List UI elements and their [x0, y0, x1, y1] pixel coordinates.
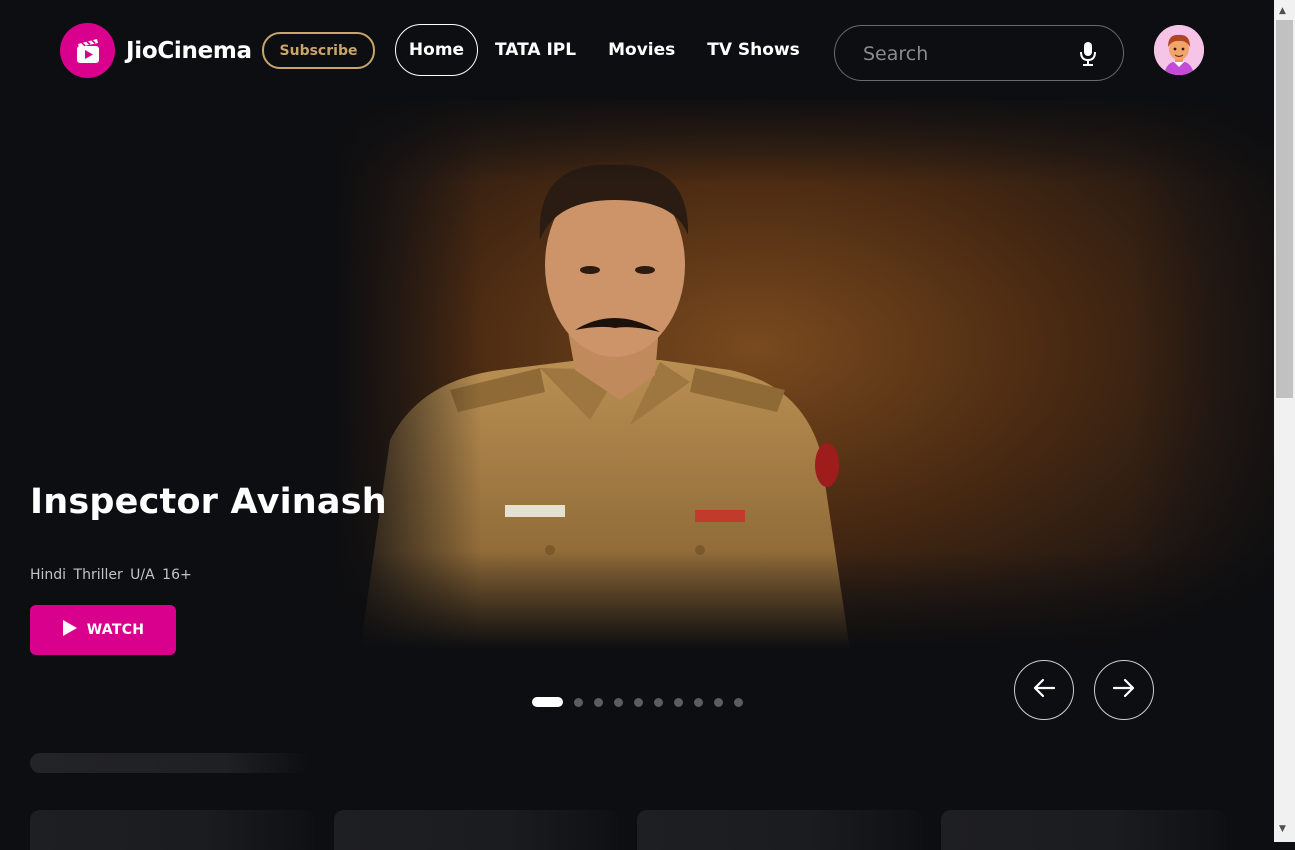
- carousel-dot[interactable]: [714, 697, 723, 707]
- watch-label: WATCH: [86, 622, 145, 638]
- content-card-placeholder[interactable]: [941, 810, 1226, 850]
- avatar[interactable]: [1154, 25, 1204, 75]
- carousel-dot[interactable]: [734, 697, 743, 707]
- content-card-placeholder[interactable]: [30, 810, 315, 850]
- main-nav: Home TATA IPL Movies TV Shows: [395, 24, 800, 76]
- content-card-placeholder[interactable]: [637, 810, 922, 850]
- carousel-dot[interactable]: [634, 697, 643, 707]
- carousel-dot[interactable]: [674, 697, 683, 707]
- hero-meta: Hindi Thriller U/A 16+: [30, 567, 192, 583]
- carousel-dot[interactable]: [614, 697, 623, 707]
- top-header: JioCinema Subscribe Home TATA IPL Movies…: [0, 0, 1274, 100]
- subscribe-button[interactable]: Subscribe: [262, 32, 375, 69]
- carousel-dot[interactable]: [654, 697, 663, 707]
- carousel-dot[interactable]: [694, 697, 703, 707]
- nav-tv-shows[interactable]: TV Shows: [707, 24, 800, 76]
- microphone-icon[interactable]: [1079, 41, 1097, 71]
- hero-title: Inspector Avinash: [30, 482, 387, 522]
- arrow-left-icon: [1032, 678, 1056, 702]
- nav-tata-ipl[interactable]: TATA IPL: [495, 24, 576, 76]
- watch-button[interactable]: WATCH: [30, 605, 176, 655]
- carousel-dot-active[interactable]: [532, 697, 563, 707]
- nav-movies[interactable]: Movies: [608, 24, 675, 76]
- clapper-play-icon: [60, 23, 115, 78]
- scroll-up-icon[interactable]: ▲: [1279, 6, 1286, 16]
- brand-name: JioCinema: [126, 37, 252, 64]
- carousel-dot[interactable]: [574, 697, 583, 707]
- carousel-next-button[interactable]: [1094, 660, 1154, 720]
- scrollbar-thumb[interactable]: [1276, 20, 1293, 398]
- scroll-down-icon[interactable]: ▼: [1279, 824, 1286, 834]
- search-box: [834, 25, 1124, 82]
- carousel-prev-button[interactable]: [1014, 660, 1074, 720]
- content-card-placeholder[interactable]: [334, 810, 619, 850]
- carousel-indicators: [532, 697, 754, 707]
- nav-home[interactable]: Home: [395, 24, 478, 76]
- section-title-placeholder: [30, 753, 310, 773]
- hero-artwork: [330, 100, 1274, 650]
- brand-logo[interactable]: JioCinema: [60, 23, 252, 78]
- search-input[interactable]: [861, 26, 1055, 82]
- carousel-dot[interactable]: [594, 697, 603, 707]
- arrow-right-icon: [1112, 678, 1136, 702]
- play-icon: [62, 619, 78, 641]
